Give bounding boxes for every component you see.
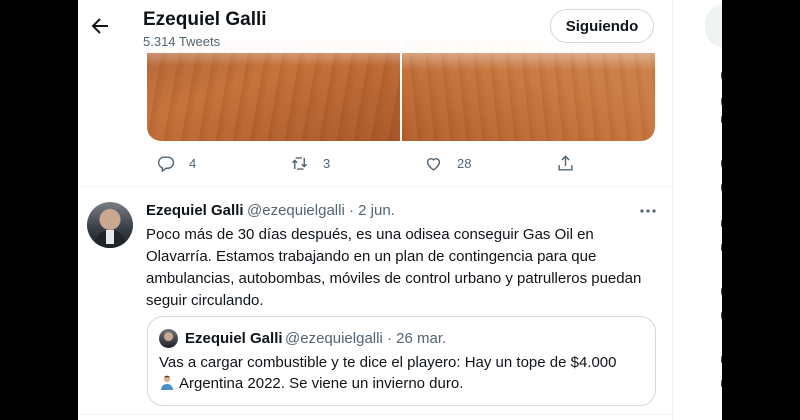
quoted-text-line-1: Vas a cargar combustible y te dice el pl… [159,354,617,371]
back-arrow-icon[interactable] [88,14,112,38]
quoted-date: 26 mar. [396,330,447,347]
tweet-author-handle: @ezequielgalli [247,202,345,219]
quoted-tweet[interactable]: Ezequiel Galli @ezequielgalli · 26 mar. … [147,316,656,406]
profile-header: Ezequiel Galli 5.314 Tweets Siguiendo [78,0,672,53]
tweet-author-meta[interactable]: @ezequielgalli · 2 jun. [247,202,395,219]
tweet-photo-right[interactable] [402,40,655,141]
avatar[interactable] [87,202,133,248]
like-count: 28 [457,156,472,171]
share-button[interactable] [556,154,575,173]
tweet-text: Poco más de 30 días después, es una odis… [146,226,642,309]
quoted-avatar [159,329,178,348]
divider [78,186,672,187]
reply-count: 4 [189,156,197,171]
quoted-text: Vas a cargar combustible y te dice el pl… [159,352,645,394]
retweet-count: 3 [323,156,331,171]
tweet-actions: 4 3 28 [147,150,655,178]
reply-icon [157,156,175,173]
avatar-shirt [106,230,114,244]
like-button[interactable]: 28 [424,154,471,173]
quoted-author-handle: @ezequielgalli [285,330,383,347]
man-shrugging-emoji-icon [161,375,173,390]
reply-button[interactable]: 4 [156,154,196,173]
quoted-text-line-2-row: Argentina 2022. Se viene un invierno dur… [159,373,645,394]
more-options-icon[interactable] [636,199,660,223]
retweet-button[interactable]: 3 [290,154,330,173]
quoted-author-meta: @ezequielgalli · 26 mar. [285,330,447,347]
retweet-icon [291,157,308,170]
share-icon [558,155,573,171]
following-button[interactable]: Siguiendo [550,9,654,43]
divider [78,414,672,415]
right-letterbox [722,0,800,420]
quoted-author-name: Ezequiel Galli [185,330,283,347]
timeline-column: Ezequiel Galli 5.314 Tweets Siguiendo 4 … [78,0,672,420]
quoted-text-line-2: Argentina 2022. Se viene un invierno dur… [179,375,464,392]
like-icon [426,158,441,171]
right-sidebar [672,0,745,420]
left-letterbox [0,0,78,420]
tweet-photo-left[interactable] [147,40,400,141]
tweet-count: 5.314 Tweets [143,34,221,49]
profile-name: Ezequiel Galli [143,9,267,30]
tweet-author-name[interactable]: Ezequiel Galli [146,202,244,219]
tweet-date: 2 jun. [358,202,395,219]
